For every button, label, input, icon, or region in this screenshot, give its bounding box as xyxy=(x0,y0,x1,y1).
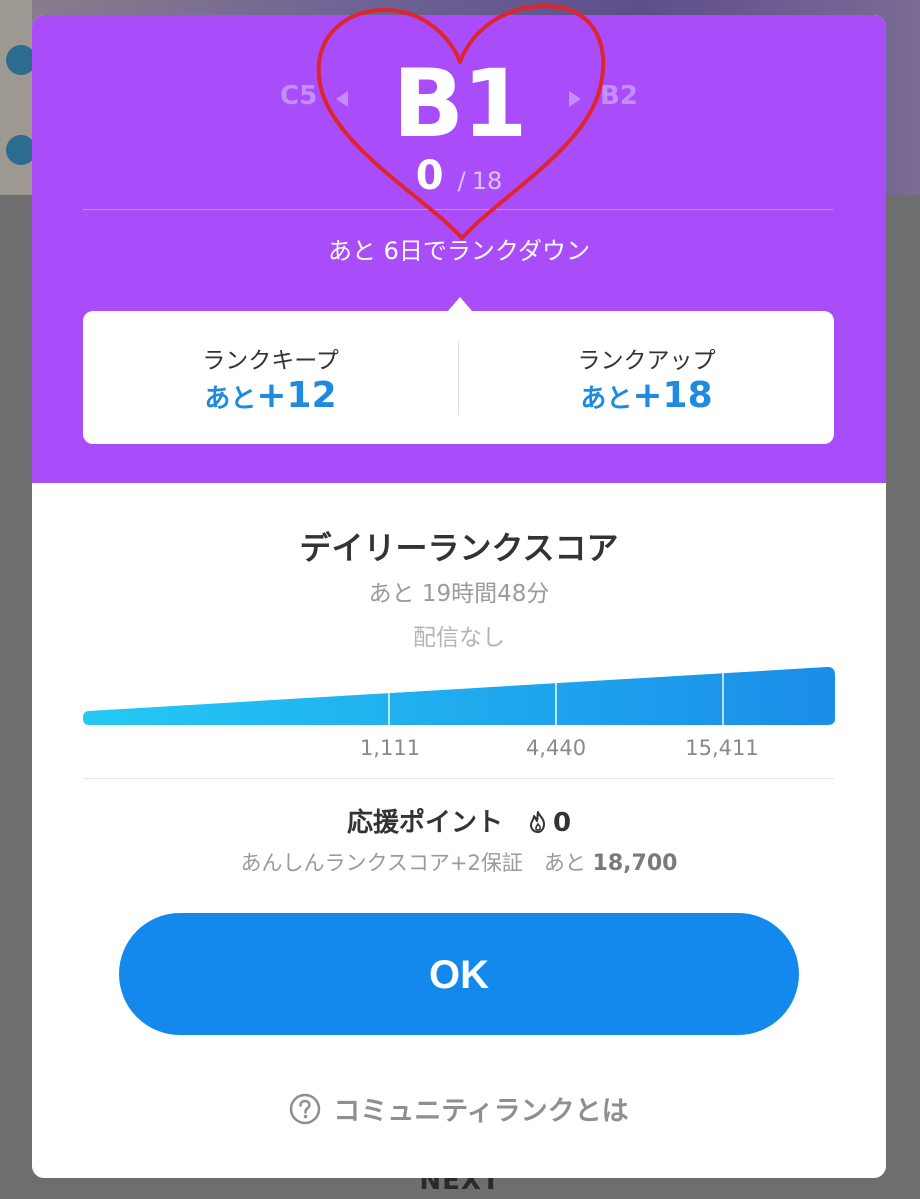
rank-points-separator: / xyxy=(457,167,466,195)
safe-rank-score-remaining: 18,700 xyxy=(592,851,678,876)
rank-up-label: ランクアップ xyxy=(577,348,716,374)
community-rank-modal: C5 B1 B2 0/18 あと 6日でランクダウン ランクキープ あと+12 … xyxy=(32,15,886,1178)
support-points: 応援ポイント 0 xyxy=(32,802,886,839)
rank-up-prefix: あと xyxy=(580,384,633,414)
next-rank-label: B2 xyxy=(600,81,638,111)
card-pointer xyxy=(448,297,472,311)
rank-down-countdown: あと 6日でランクダウン xyxy=(328,237,590,265)
support-points-label: 応援ポイント xyxy=(346,808,503,838)
rank-points-current: 0 xyxy=(415,153,444,199)
rank-up-value: あと+18 xyxy=(459,375,834,416)
score-tick-label: 15,411 xyxy=(685,736,759,760)
score-tick-label: 4,440 xyxy=(525,736,587,760)
daily-score-title: デイリーランクスコア xyxy=(299,529,619,567)
next-rank-arrow-icon xyxy=(569,91,581,107)
header-divider xyxy=(83,209,833,210)
current-rank: B1 xyxy=(392,50,527,159)
community-rank-help-label: コミュニティランクとは xyxy=(333,1096,629,1127)
rank-up-number: +18 xyxy=(632,375,713,416)
daily-score-stream-status: 配信なし xyxy=(413,625,505,651)
safe-rank-score-info: あんしんランクスコア+2保証 あと 18,700 xyxy=(32,847,886,877)
body-divider xyxy=(83,778,834,779)
fire-icon xyxy=(529,811,545,833)
rank-keep-value: あと+12 xyxy=(83,375,458,416)
rank-points-total: 18 xyxy=(471,167,503,195)
rank-up: ランクアップ あと+18 xyxy=(459,311,834,444)
rank-keep-label: ランクキープ xyxy=(202,348,339,374)
rank-keep: ランクキープ あと+12 xyxy=(83,311,458,444)
rank-keep-number: +12 xyxy=(256,375,337,416)
background-side-strip xyxy=(0,0,32,195)
daily-score-graph xyxy=(83,666,835,725)
rank-points: 0 /18 xyxy=(32,153,886,199)
score-tick-label: 1,111 xyxy=(359,736,421,760)
rank-targets-card: ランクキープ あと+12 ランクアップ あと+18 xyxy=(83,311,834,444)
rank-keep-prefix: あと xyxy=(204,384,257,414)
support-points-value: 0 xyxy=(552,808,572,838)
daily-score-time-remaining: あと 19時間48分 xyxy=(368,581,550,607)
question-circle-icon xyxy=(290,1093,321,1125)
rank-header: C5 B1 B2 0/18 あと 6日でランクダウン ランクキープ あと+12 … xyxy=(32,15,886,483)
ok-button[interactable]: OK xyxy=(119,913,799,1035)
community-rank-help-link[interactable]: コミュニティランクとは xyxy=(32,1089,886,1128)
safe-rank-score-text: あんしんランクスコア+2保証 あと xyxy=(240,851,586,875)
